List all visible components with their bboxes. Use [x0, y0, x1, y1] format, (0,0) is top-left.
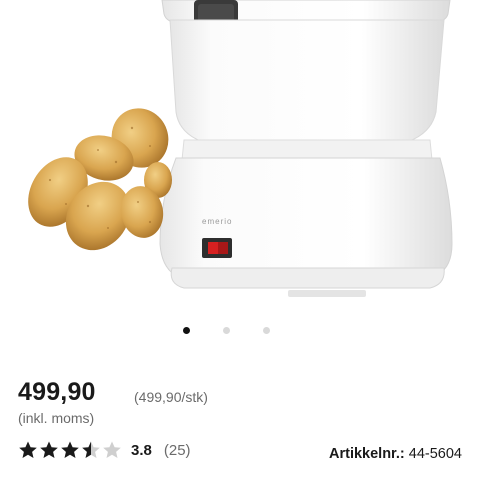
peeler-machine: emerio [159, 0, 453, 297]
carousel-dot-1[interactable] [183, 327, 190, 334]
carousel-dot-3[interactable] [263, 327, 270, 334]
rating-count[interactable]: (25) [164, 442, 191, 459]
star-icon [40, 441, 58, 458]
price: 499,90 [18, 378, 96, 406]
star-icon [82, 441, 100, 458]
vat-note: (inkl. moms) [18, 410, 95, 426]
carousel-dot-2[interactable] [223, 327, 230, 334]
article-number-value: 44-5604 [408, 446, 462, 462]
star-icon [19, 441, 37, 458]
star-icon [103, 441, 121, 458]
carousel-indicator [0, 324, 480, 336]
rating[interactable]: 3.8 (25) [18, 440, 191, 460]
unit-price: (499,90/stk) [134, 389, 208, 405]
product-photo: emerio [28, 0, 453, 297]
product-image[interactable]: emerio [0, 0, 480, 310]
article-number-label: Artikkelnr.: [329, 446, 405, 462]
star-icon [61, 441, 79, 458]
rating-stars [18, 440, 123, 460]
article-number: Artikkelnr.: 44-5604 [329, 446, 462, 462]
potatoes [28, 108, 172, 251]
rating-score: 3.8 [131, 441, 152, 459]
svg-text:emerio: emerio [202, 217, 232, 226]
